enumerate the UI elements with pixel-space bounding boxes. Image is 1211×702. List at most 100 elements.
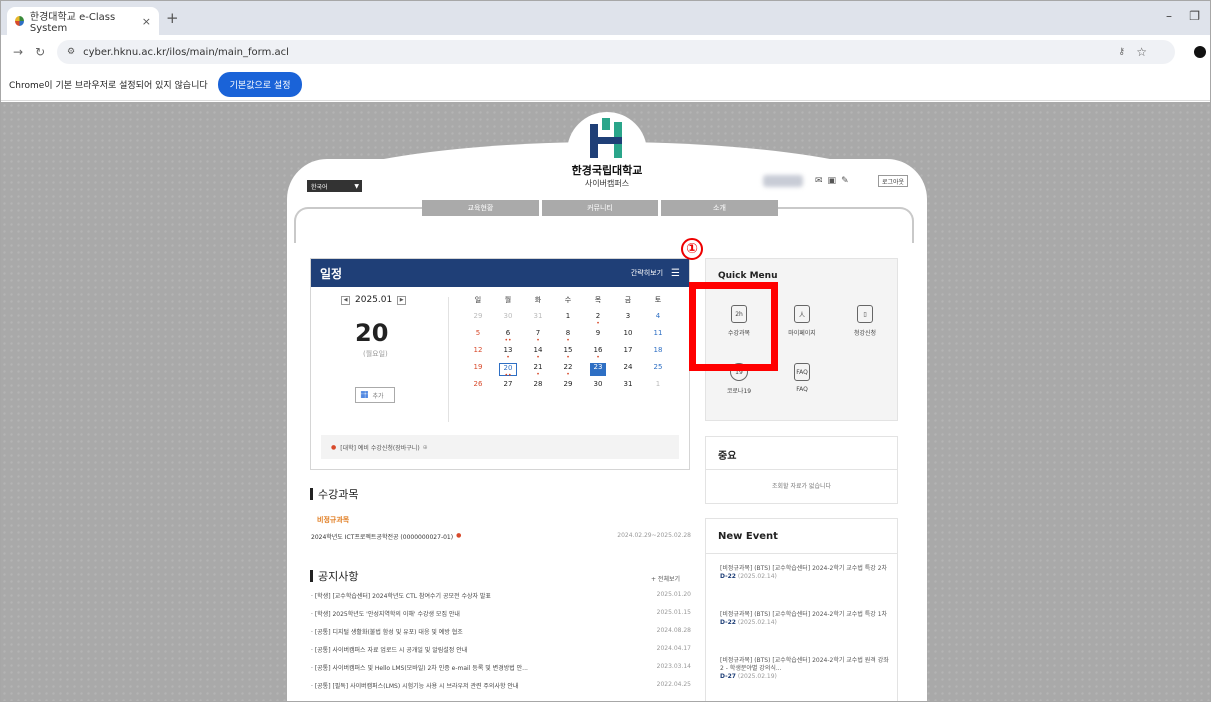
add-schedule-button[interactable]: ▦ 추가: [355, 387, 395, 403]
calendar-day[interactable]: 7 •: [523, 329, 553, 346]
calendar-day[interactable]: 25: [643, 363, 673, 380]
calendar-day[interactable]: 8 •: [553, 329, 583, 346]
calendar-day[interactable]: 5: [463, 329, 493, 346]
next-month-icon[interactable]: ▶: [397, 295, 407, 305]
event-item[interactable]: [비정규과목] (BTS) [교수학습센터] 2024-2학기 교수법 특강 2…: [720, 565, 892, 581]
calendar-day[interactable]: 3: [613, 312, 643, 329]
event-text: [대학] 예비 수강신청(장바구니): [340, 444, 420, 452]
day-number: 1: [565, 312, 571, 320]
calendar-day[interactable]: 17: [613, 346, 643, 363]
tab-close-icon[interactable]: ×: [142, 15, 151, 28]
bookmark-star-icon[interactable]: ☆: [1136, 45, 1147, 59]
quick-audit[interactable]: ▯ 청강신청: [840, 305, 890, 337]
browser-tab[interactable]: 한경대학교 e-Class System ×: [7, 7, 159, 35]
notice-item[interactable]: · [공통] 사이버캠퍼스 및 Hello LMS(모바일) 2차 인증 e-m…: [311, 663, 691, 672]
language-select[interactable]: 한국어 ▼: [307, 180, 362, 192]
event-date: (2025.02.14): [737, 573, 777, 580]
prev-month-icon[interactable]: ◀: [341, 295, 350, 305]
day-number: 16: [593, 346, 603, 354]
calendar-day[interactable]: 29: [463, 312, 493, 329]
set-default-button[interactable]: 기본값으로 설정: [217, 72, 303, 97]
course-row[interactable]: 2024학년도 ICT프로젝트공학전공 (0000000027-01) ● 20…: [311, 532, 691, 541]
calendar-day[interactable]: 28: [523, 380, 553, 397]
notice-item[interactable]: · [공통] 사이버캠퍼스 자료 업로드 시 공개일 및 알림설정 안내 2024…: [311, 645, 691, 654]
calendar-day[interactable]: 13 •: [493, 346, 523, 363]
calendar-day[interactable]: 4: [643, 312, 673, 329]
quick-mypage[interactable]: 人 마이페이지: [777, 305, 827, 337]
event-marker-icon: •: [536, 337, 540, 344]
calendar-day[interactable]: 27: [493, 380, 523, 397]
message-icon[interactable]: ✎: [841, 176, 849, 186]
menu-education[interactable]: 교육현황: [422, 200, 539, 216]
calendar-day[interactable]: 11: [643, 329, 673, 346]
url-text: cyber.hknu.ac.kr/ilos/main/main_form.acl: [83, 46, 289, 58]
menu-community[interactable]: 커뮤니티: [542, 200, 658, 216]
calendar-day[interactable]: 30: [493, 312, 523, 329]
selected-weekday: (월요일): [363, 350, 388, 358]
calendar-day[interactable]: 31: [523, 312, 553, 329]
new-tab-button[interactable]: +: [166, 9, 179, 27]
brief-view-link[interactable]: 간략히보기: [631, 268, 663, 278]
calendar-day[interactable]: 1: [643, 380, 673, 397]
courses-heading: 수강과목: [310, 486, 358, 502]
calendar-day[interactable]: 30: [583, 380, 613, 397]
calendar-day[interactable]: 1: [553, 312, 583, 329]
notice-item[interactable]: · [학생] [교수학습센터] 2024학년도 CTL 참여수기 공모전 수상자…: [311, 591, 691, 600]
forward-icon[interactable]: →: [13, 45, 23, 59]
calendar-day[interactable]: 16 •: [583, 346, 613, 363]
event-item[interactable]: [비정규과목] (BTS) [교수학습센터] 2024-2학기 교수법 원격 강…: [720, 657, 892, 681]
event-item[interactable]: [비정규과목] (BTS) [교수학습센터] 2024-2학기 교수법 특강 1…: [720, 611, 892, 627]
faq-icon: FAQ: [794, 363, 810, 381]
event-dot-icon: ●: [331, 443, 337, 451]
day-number: 6: [505, 329, 511, 337]
calendar-day[interactable]: 22 •: [553, 363, 583, 380]
calendar-day[interactable]: 10: [613, 329, 643, 346]
calendar-day[interactable]: 24: [613, 363, 643, 380]
profile-avatar[interactable]: [1194, 46, 1206, 58]
event-dday: D-22: [720, 573, 736, 580]
memo-icon[interactable]: ▣: [828, 176, 837, 186]
address-bar[interactable]: ⚙ cyber.hknu.ac.kr/ilos/main/main_form.a…: [57, 40, 1175, 64]
calendar-day[interactable]: 9: [583, 329, 613, 346]
list-icon[interactable]: ☰: [671, 268, 680, 279]
event-marker-icon: •: [506, 354, 510, 361]
notice-item[interactable]: · [공통] [필독] 사이버캠퍼스(LMS) 시험기능 사용 시 브라우저 관…: [311, 681, 691, 690]
calendar-day[interactable]: 29: [553, 380, 583, 397]
annotation-number: ①: [681, 238, 703, 260]
new-event-title: New Event: [718, 531, 778, 542]
event-more-icon[interactable]: ⊕: [423, 444, 428, 451]
university-logo-icon[interactable]: [584, 118, 630, 160]
calendar-day[interactable]: 2 •: [583, 312, 613, 329]
quick-faq[interactable]: FAQ FAQ: [777, 363, 827, 393]
quick-label: 청강신청: [853, 330, 877, 337]
calendar-day[interactable]: 31: [613, 380, 643, 397]
mail-icon[interactable]: ✉: [815, 176, 823, 186]
calendar-day[interactable]: 12: [463, 346, 493, 363]
calendar-day[interactable]: 20 ••: [499, 363, 517, 379]
quick-label: 마이페이지: [788, 330, 816, 337]
notice-item[interactable]: · [공통] 디지털 생활화(불법 함성 및 유포) 대응 및 예방 협조 202…: [311, 627, 691, 636]
day-number: 24: [623, 363, 633, 371]
notice-item[interactable]: · [학생] 2025학년도 '안성지역학의 이해' 수강생 모집 안내 2025…: [311, 609, 691, 618]
reload-icon[interactable]: ↻: [35, 45, 45, 59]
calendar-day[interactable]: 14 •: [523, 346, 553, 363]
logout-button[interactable]: 로그아웃: [878, 175, 909, 187]
calendar-day[interactable]: 21 •: [523, 363, 553, 380]
schedule-event[interactable]: ● [대학] 예비 수강신청(장바구니) ⊕: [321, 435, 679, 459]
password-key-icon[interactable]: ⚷: [1118, 47, 1125, 57]
calendar-day[interactable]: 23: [590, 363, 606, 376]
event-marker-icon: •: [536, 354, 540, 361]
site-info-icon[interactable]: ⚙: [67, 47, 75, 57]
day-number: 10: [623, 329, 633, 337]
calendar-day[interactable]: 15 •: [553, 346, 583, 363]
restore-button[interactable]: ❐: [1189, 9, 1200, 23]
calendar-day[interactable]: 19: [463, 363, 493, 380]
calendar-day[interactable]: 18: [643, 346, 673, 363]
calendar-day[interactable]: 26: [463, 380, 493, 397]
menu-about[interactable]: 소개: [661, 200, 778, 216]
notice-date: 2025.01.15: [656, 609, 691, 616]
minimize-button[interactable]: –: [1166, 9, 1172, 23]
weekday-header: 토: [654, 296, 662, 304]
notices-more-link[interactable]: + 전체보기: [651, 574, 680, 583]
calendar-day[interactable]: 6 ••: [493, 329, 523, 346]
